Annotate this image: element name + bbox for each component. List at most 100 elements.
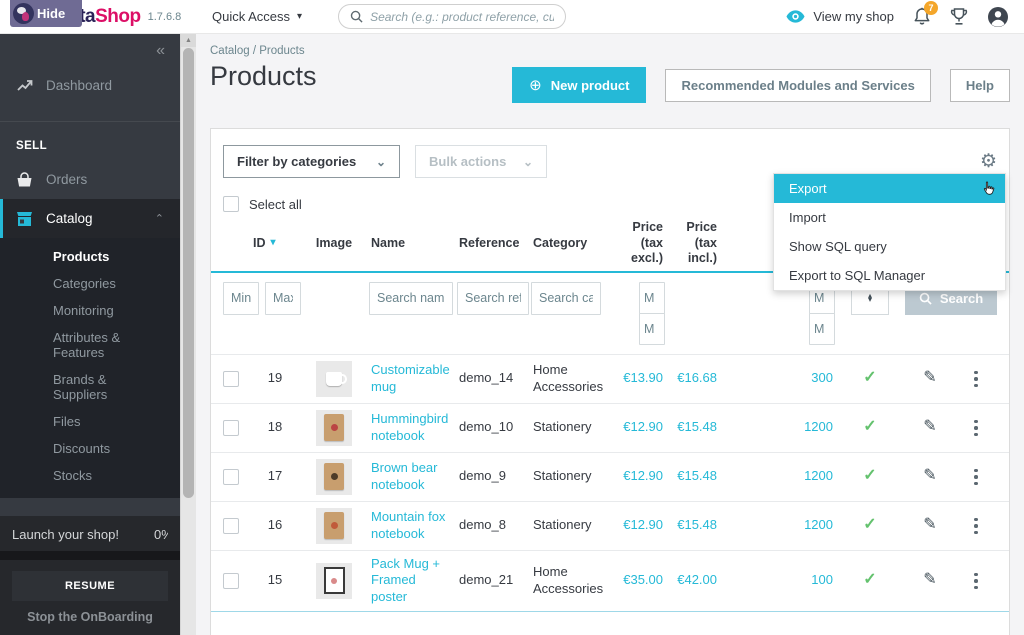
column-header-name[interactable]: Name	[369, 232, 457, 256]
breadcrumb-catalog[interactable]: Catalog	[210, 45, 250, 57]
cell-reference: demo_8	[457, 514, 531, 537]
column-header-category[interactable]: Category	[531, 232, 615, 256]
edit-pencil-icon[interactable]: ✎	[905, 567, 955, 594]
submenu-item-brands[interactable]: Brands & Suppliers	[0, 366, 180, 408]
status-check-icon[interactable]: ✓	[835, 512, 905, 539]
sidebar-collapse-button[interactable]: «	[156, 42, 165, 60]
column-header-price-incl[interactable]: Price (tax incl.)	[665, 216, 719, 271]
gear-icon[interactable]: ⚙	[980, 152, 997, 171]
bulk-actions-select[interactable]: Bulk actions ⌄	[415, 145, 547, 178]
account-menu-button[interactable]	[987, 6, 1009, 28]
sidebar-item-catalog[interactable]: Catalog ⌃	[0, 199, 180, 238]
cell-id: 15	[251, 569, 299, 592]
edit-pencil-icon[interactable]: ✎	[905, 414, 955, 441]
scrollbar-thumb[interactable]	[183, 48, 194, 498]
recommended-modules-button[interactable]: Recommended Modules and Services	[665, 69, 930, 102]
table-row[interactable]: 16 Mountain fox notebook demo_8 Statione…	[211, 501, 1009, 550]
submenu-item-attributes[interactable]: Attributes & Features	[0, 324, 180, 366]
table-row[interactable]: 19 Customizable mug demo_14 Home Accesso…	[211, 354, 1009, 403]
column-header-reference[interactable]: Reference	[457, 232, 531, 256]
cell-quantity[interactable]: 1200	[719, 465, 835, 488]
menu-item-import[interactable]: Import	[774, 203, 1005, 232]
row-checkbox[interactable]	[223, 469, 239, 485]
sort-down-icon[interactable]: ▾	[271, 237, 276, 250]
submenu-item-discounts[interactable]: Discounts	[0, 435, 180, 462]
quantity-max-input[interactable]	[809, 313, 835, 345]
notifications-button[interactable]: 7	[913, 7, 931, 26]
row-checkbox[interactable]	[223, 371, 239, 387]
plus-circle-icon: ⊕	[529, 76, 542, 94]
filter-by-categories-select[interactable]: Filter by categories ⌄	[223, 145, 400, 178]
stop-onboarding-link[interactable]: Stop the OnBoarding	[0, 610, 180, 635]
name-filter-input[interactable]	[369, 282, 453, 315]
submenu-item-monitoring[interactable]: Monitoring	[0, 297, 180, 324]
achievements-button[interactable]	[950, 7, 968, 26]
resume-button[interactable]: RESUME	[12, 571, 168, 601]
new-product-button[interactable]: ⊕ New product	[512, 67, 646, 103]
cell-reference: demo_21	[457, 569, 531, 592]
edit-pencil-icon[interactable]: ✎	[905, 463, 955, 490]
submenu-item-files[interactable]: Files	[0, 408, 180, 435]
select-all-checkbox[interactable]	[223, 196, 239, 212]
cell-quantity[interactable]: 1200	[719, 416, 835, 439]
cell-quantity[interactable]: 100	[719, 569, 835, 592]
menu-item-show-sql[interactable]: Show SQL query	[774, 232, 1005, 261]
row-checkbox[interactable]	[223, 420, 239, 436]
row-actions-menu-icon[interactable]	[957, 371, 995, 388]
store-icon	[16, 210, 33, 227]
recorder-hide-overlay[interactable]: Hide	[10, 0, 82, 27]
submenu-item-products[interactable]: Products	[0, 243, 180, 270]
sidebar-scrollbar[interactable]: ▲	[180, 34, 196, 635]
status-check-icon[interactable]: ✓	[835, 463, 905, 490]
column-header-id[interactable]: ID ▾	[251, 232, 299, 256]
row-actions-menu-icon[interactable]	[957, 573, 995, 590]
table-row[interactable]: 17 Brown bear notebook demo_9 Stationery…	[211, 452, 1009, 501]
chevron-down-icon: ▾	[297, 11, 302, 22]
cell-price-incl: €16.68	[665, 367, 719, 390]
column-header-price-excl[interactable]: Price (tax excl.)	[615, 216, 665, 271]
price-min-input[interactable]	[639, 282, 665, 314]
row-actions-menu-icon[interactable]	[957, 469, 995, 486]
submenu-item-stocks[interactable]: Stocks	[0, 462, 180, 489]
status-check-icon[interactable]: ✓	[835, 365, 905, 392]
view-my-shop-link[interactable]: View my shop	[786, 9, 894, 24]
row-checkbox[interactable]	[223, 573, 239, 589]
scrollbar-up-arrow[interactable]: ▲	[181, 34, 196, 47]
search-input[interactable]	[370, 10, 554, 24]
product-thumbnail	[316, 361, 352, 397]
product-name-link[interactable]: Pack Mug + Framed poster	[369, 553, 457, 610]
quick-access-menu[interactable]: Quick Access ▾	[212, 9, 302, 24]
main-content: Catalog / Products Products ⊕ New produc…	[196, 34, 1024, 635]
menu-item-export[interactable]: Export	[774, 174, 1005, 203]
edit-pencil-icon[interactable]: ✎	[905, 365, 955, 392]
cell-quantity[interactable]: 300	[719, 367, 835, 390]
category-filter-input[interactable]	[531, 282, 601, 315]
sidebar-item-dashboard[interactable]: Dashboard	[0, 66, 180, 105]
product-name-link[interactable]: Brown bear notebook	[369, 457, 457, 497]
price-max-input[interactable]	[639, 313, 665, 345]
help-button[interactable]: Help	[950, 69, 1010, 102]
breadcrumb-products: Products	[259, 45, 304, 57]
product-name-link[interactable]: Customizable mug	[369, 359, 457, 399]
status-check-icon[interactable]: ✓	[835, 414, 905, 441]
id-max-input[interactable]	[265, 282, 301, 315]
table-row[interactable]: 15 Pack Mug + Framed poster demo_21 Home…	[211, 550, 1009, 612]
row-actions-menu-icon[interactable]	[957, 420, 995, 437]
row-checkbox[interactable]	[223, 518, 239, 534]
basket-icon	[16, 171, 33, 188]
cell-quantity[interactable]: 1200	[719, 514, 835, 537]
table-row[interactable]: 18 Hummingbird notebook demo_10 Statione…	[211, 403, 1009, 452]
row-actions-menu-icon[interactable]	[957, 518, 995, 535]
cell-category: Stationery	[531, 465, 615, 488]
sidebar-item-label: Catalog	[46, 211, 93, 226]
edit-pencil-icon[interactable]: ✎	[905, 512, 955, 539]
submenu-item-categories[interactable]: Categories	[0, 270, 180, 297]
id-min-input[interactable]	[223, 282, 259, 315]
chevron-up-icon: ⌃	[155, 212, 164, 225]
menu-item-export-sql-manager[interactable]: Export to SQL Manager	[774, 261, 1005, 290]
status-check-icon[interactable]: ✓	[835, 567, 905, 594]
product-name-link[interactable]: Mountain fox notebook	[369, 506, 457, 546]
product-name-link[interactable]: Hummingbird notebook	[369, 408, 457, 448]
sidebar-item-orders[interactable]: Orders	[0, 160, 180, 199]
reference-filter-input[interactable]	[457, 282, 529, 315]
